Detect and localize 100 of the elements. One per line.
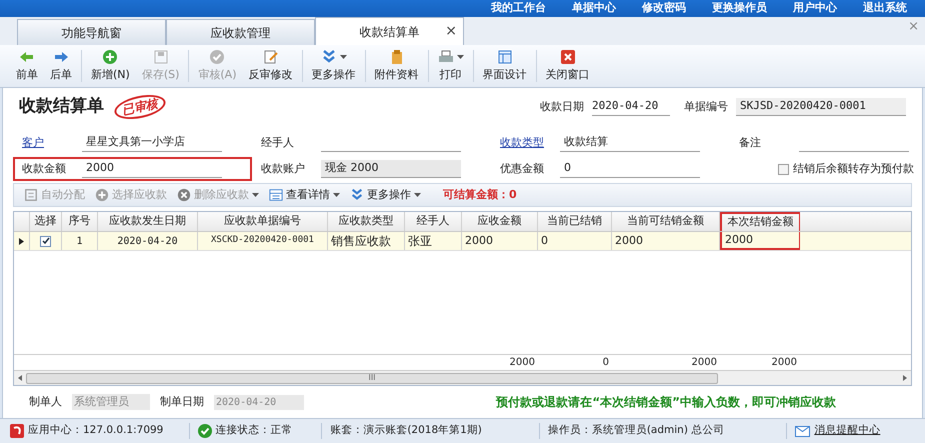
table-cell: 1 bbox=[62, 232, 98, 250]
field-label: 客户 bbox=[22, 134, 45, 151]
top-menu-link[interactable]: 更换操作员 bbox=[712, 0, 767, 17]
grid-toolbar-button[interactable]: 查看详情 bbox=[265, 186, 344, 204]
caret-icon bbox=[252, 193, 259, 197]
remove-circle-icon bbox=[177, 188, 191, 202]
toolbar-button[interactable]: 新增(N) bbox=[85, 46, 136, 86]
field-label: 制单人 bbox=[29, 394, 62, 410]
double-chevron-icon bbox=[350, 188, 364, 202]
tab-close-button[interactable]: × bbox=[445, 21, 457, 42]
total-cell-text: 2000 bbox=[508, 356, 536, 370]
document-title: 收款结算单 bbox=[19, 95, 104, 118]
table-cell: 张亚 bbox=[405, 232, 462, 250]
plus-circle-icon bbox=[95, 188, 109, 202]
readonly-field: 系统管理员 bbox=[72, 394, 150, 410]
scroll-thumb[interactable]: III bbox=[26, 372, 718, 384]
toolbar-button[interactable]: 附件资料 bbox=[368, 46, 424, 86]
tab[interactable]: 收款结算单 × bbox=[315, 17, 464, 45]
field-label: 备注 bbox=[739, 134, 762, 151]
top-menu-link[interactable]: 修改密码 bbox=[642, 0, 686, 17]
caret-icon bbox=[414, 193, 421, 197]
column-header[interactable]: 序号 bbox=[62, 212, 98, 231]
field-label: 收款金额 bbox=[22, 160, 67, 177]
caret-icon bbox=[333, 193, 340, 197]
field-label: 收款日期 bbox=[540, 98, 584, 115]
check-circle-icon bbox=[198, 424, 212, 438]
tab[interactable]: 应收款管理 bbox=[166, 19, 315, 45]
status-text: 账套：演示账套(2018年第1期) bbox=[330, 423, 482, 438]
table-cell: 2000 bbox=[720, 232, 800, 250]
caret-icon bbox=[456, 54, 464, 59]
checkbox-label: 结销后余额转存为预付款 bbox=[793, 160, 914, 177]
calculator-icon bbox=[24, 188, 38, 202]
column-header[interactable]: 选择 bbox=[30, 212, 62, 231]
toolbar-button[interactable]: 界面设计 bbox=[476, 46, 532, 86]
envelope-icon bbox=[795, 426, 810, 436]
app-logo-icon bbox=[10, 424, 24, 438]
check-circle-icon bbox=[209, 48, 226, 65]
toolbar-button[interactable]: 前单 bbox=[10, 46, 44, 86]
input-field[interactable]: 现金 2000 bbox=[321, 160, 461, 178]
close-icon bbox=[560, 48, 576, 65]
hint-text: 预付款或退款请在“本次结销金额”中输入负数，即可冲销应收款 bbox=[496, 394, 836, 411]
top-menu-link[interactable]: 退出系统 bbox=[863, 0, 907, 17]
readonly-field: 2020-04-20 bbox=[214, 394, 304, 410]
column-header[interactable]: 应收款单据编号 bbox=[198, 212, 328, 231]
table-cell: XSCKD-20200420-0001 bbox=[198, 232, 328, 250]
field-label: 收款类型 bbox=[500, 134, 545, 151]
tab[interactable]: 功能导航窗 bbox=[17, 19, 166, 45]
column-header[interactable]: 经手人 bbox=[405, 212, 462, 231]
field-label: 单据编号 bbox=[684, 98, 728, 115]
column-header[interactable]: 当前已结销 bbox=[538, 212, 612, 231]
toolbar-button[interactable]: 更多操作 bbox=[306, 46, 362, 86]
table-cell: 2000 bbox=[612, 232, 720, 250]
input-field[interactable]: 收款结算 bbox=[560, 134, 700, 152]
table-cell: 2020-04-20 bbox=[98, 232, 198, 250]
column-header[interactable]: 应收款类型 bbox=[328, 212, 405, 231]
table-cell: 2000 bbox=[462, 232, 538, 250]
checkbox[interactable] bbox=[40, 236, 51, 246]
list-icon bbox=[269, 188, 283, 202]
column-header[interactable]: 当前可结销金额 bbox=[612, 212, 720, 231]
total-cell-text: 0 bbox=[602, 356, 610, 370]
toolbar-button[interactable]: 反审修改 bbox=[242, 46, 298, 86]
table-cell: 0 bbox=[538, 232, 612, 250]
toolbar-button[interactable]: 打印 bbox=[432, 46, 470, 86]
top-menu-link[interactable]: 用户中心 bbox=[793, 0, 837, 17]
plus-icon bbox=[102, 48, 118, 65]
column-header[interactable]: 应收金额 bbox=[462, 212, 538, 231]
status-text: 操作员：系统管理员(admin) 总公司 bbox=[548, 423, 724, 438]
status-text: 应用中心：127.0.0.1:7099 bbox=[28, 423, 164, 438]
total-cell-text: 2000 bbox=[690, 356, 718, 370]
document-pencil-icon bbox=[262, 48, 278, 65]
input-field[interactable]: 星星文具第一小学店 bbox=[82, 134, 222, 152]
toolbar-button[interactable]: 后单 bbox=[44, 46, 78, 86]
table-cell: 销售应收款 bbox=[328, 232, 405, 250]
field-label: 制单日期 bbox=[160, 394, 204, 410]
input-field[interactable]: 0 bbox=[560, 160, 700, 178]
scroll-right-icon[interactable] bbox=[903, 375, 907, 381]
floppy-icon bbox=[152, 48, 169, 65]
total-cell-text: 2000 bbox=[770, 356, 798, 370]
toolbar-button[interactable]: 关闭窗口 bbox=[540, 46, 596, 86]
field-label: 优惠金额 bbox=[500, 160, 545, 177]
field-label: 收款账户 bbox=[261, 160, 306, 177]
grid-row[interactable]: 1 2020-04-20 XSCKD-20200420-0001 销售应收款 张亚 2000 0 2000 2000 bbox=[14, 232, 911, 251]
message-center-link[interactable]: 消息提醒中心 bbox=[814, 423, 880, 439]
column-header[interactable]: 应收款发生日期 bbox=[98, 212, 198, 231]
horizontal-scrollbar[interactable]: III bbox=[14, 370, 911, 385]
available-amount: 可结算金额：0 bbox=[443, 186, 517, 203]
checkbox[interactable] bbox=[778, 164, 789, 174]
field-label: 经手人 bbox=[261, 134, 295, 151]
status-text: 连接状态：正常 bbox=[216, 423, 293, 438]
layout-icon bbox=[496, 48, 512, 65]
caret-icon bbox=[340, 54, 346, 59]
input-field[interactable]: 2000 bbox=[82, 160, 222, 178]
number-field[interactable]: SKJSD-20200420-0001 bbox=[736, 98, 906, 116]
grid-toolbar-button[interactable]: 更多操作 bbox=[346, 186, 425, 204]
double-chevron-icon bbox=[320, 48, 336, 65]
top-menu-link[interactable]: 我的工作台 bbox=[491, 0, 546, 17]
top-menu-link[interactable]: 单据中心 bbox=[572, 0, 616, 17]
date-field[interactable]: 2020-04-20 bbox=[592, 98, 670, 116]
printer-icon bbox=[438, 48, 454, 65]
scroll-left-icon[interactable] bbox=[18, 375, 22, 381]
